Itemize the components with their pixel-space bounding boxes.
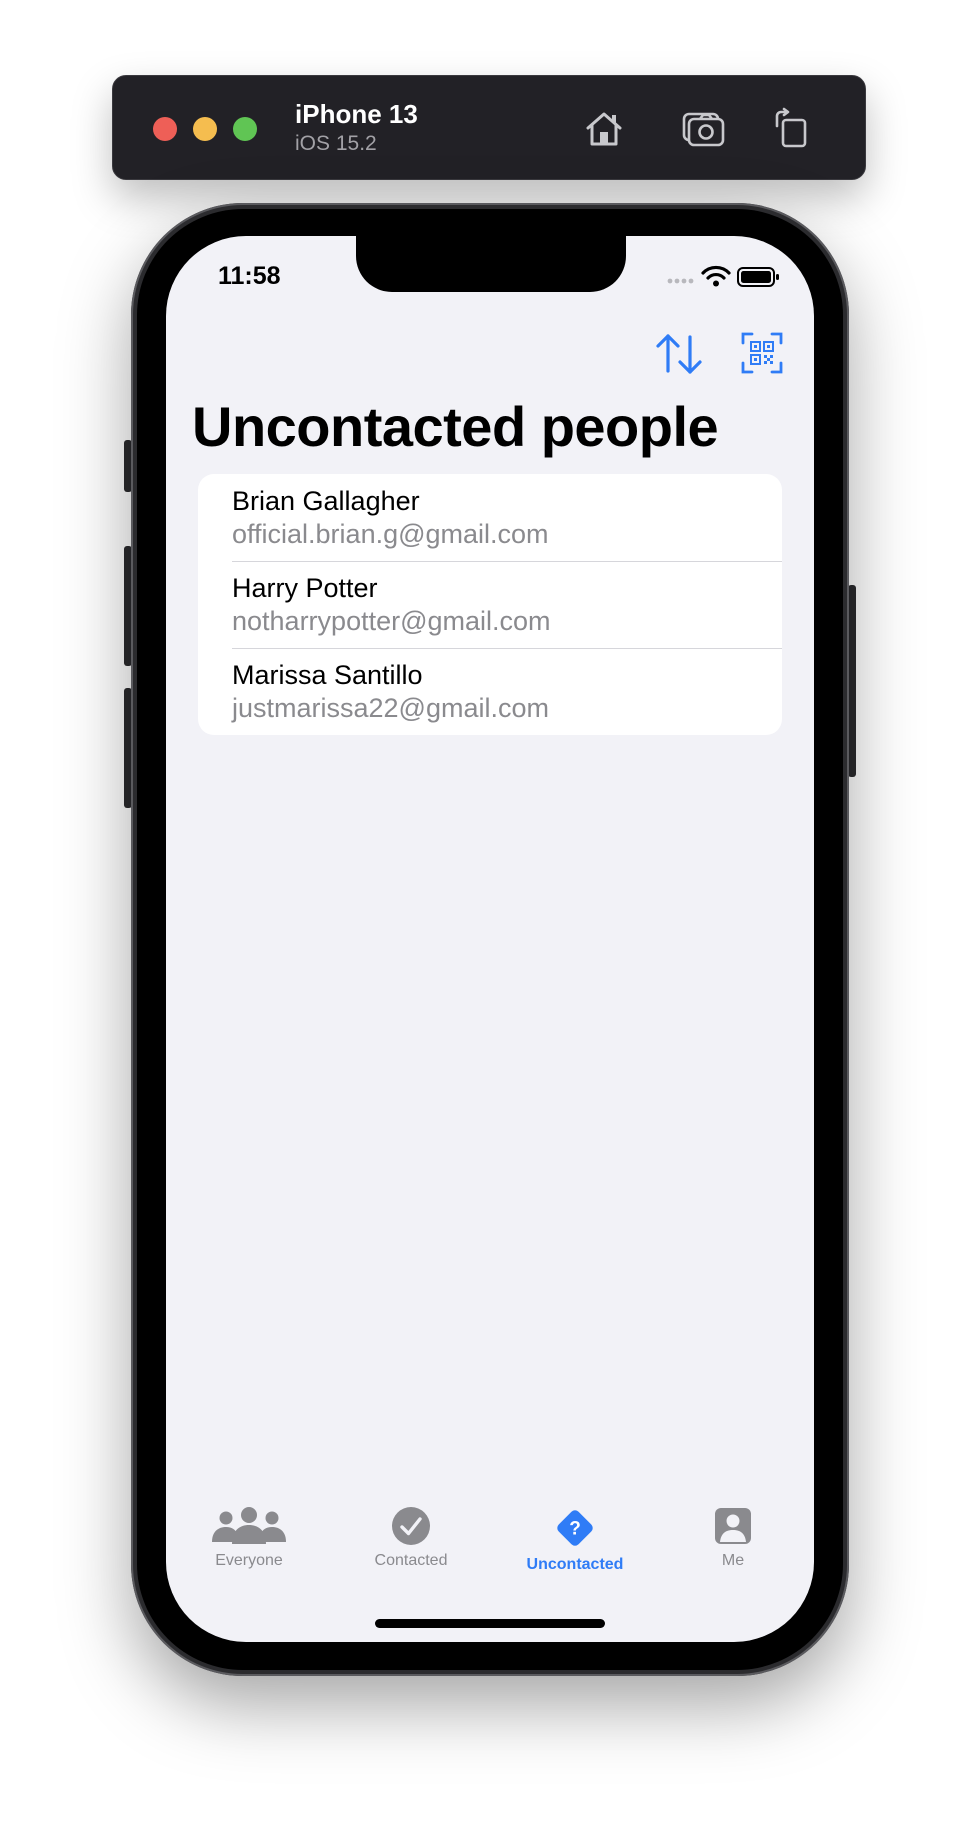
tab-label: Everyone [215, 1552, 283, 1569]
tab-label: Uncontacted [526, 1556, 624, 1573]
notch [356, 236, 626, 292]
contact-email: justmarissa22@gmail.com [232, 693, 549, 723]
tab-uncontacted[interactable]: ? Uncontacted [510, 1506, 640, 1596]
zoom-window-button[interactable] [233, 117, 257, 141]
phone-screen: 11:58 Uncontacted people Brian Gallagher… [166, 236, 814, 1642]
os-version: iOS 15.2 [295, 132, 377, 155]
wifi-icon [701, 265, 731, 280]
checkmark-circle-icon [392, 1507, 430, 1545]
home-indicator[interactable] [375, 1619, 605, 1628]
qr-scan-button[interactable] [740, 331, 784, 377]
person-square-icon [715, 1508, 751, 1544]
close-window-button[interactable] [153, 117, 177, 141]
list-item[interactable]: Marissa Santillo justmarissa22@gmail.com [198, 648, 782, 735]
simulator-toolbar: iPhone 13 iOS 15.2 [112, 75, 866, 180]
list-item[interactable]: Harry Potter notharrypotter@gmail.com [198, 561, 782, 648]
home-button[interactable] [581, 106, 627, 152]
svg-text:?: ? [569, 1519, 581, 1540]
contact-name: Harry Potter [232, 573, 378, 603]
rotate-icon [775, 107, 807, 148]
contact-name: Brian Gallagher [232, 486, 420, 516]
rotate-button[interactable] [769, 106, 815, 152]
sort-arrows-icon [656, 334, 702, 374]
page-title: Uncontacted people [192, 395, 719, 458]
power-button [848, 585, 856, 777]
contact-email: official.brian.g@gmail.com [232, 519, 549, 549]
qr-scan-icon [741, 332, 783, 374]
status-icons [666, 264, 786, 290]
cellular-signal-icon [667, 278, 694, 284]
camera-icon [682, 112, 725, 147]
contact-list: Brian Gallagher official.brian.g@gmail.c… [198, 474, 782, 735]
tab-label: Contacted [374, 1552, 448, 1569]
tab-contacted[interactable]: Contacted [346, 1506, 476, 1596]
minimize-window-button[interactable] [193, 117, 217, 141]
battery-icon [737, 267, 779, 287]
house-icon [586, 112, 622, 146]
question-diamond-icon: ? [557, 1510, 593, 1546]
tab-label: Me [721, 1552, 745, 1569]
status-time: 11:58 [218, 262, 281, 290]
device-name: iPhone 13 [295, 99, 418, 129]
sort-button[interactable] [654, 331, 704, 377]
people-icon [212, 1507, 286, 1544]
screenshot-button[interactable] [680, 106, 726, 152]
contact-name: Marissa Santillo [232, 660, 423, 690]
tab-me[interactable]: Me [668, 1506, 798, 1596]
contact-email: notharrypotter@gmail.com [232, 606, 551, 636]
tab-everyone[interactable]: Everyone [184, 1506, 314, 1596]
wifi-dot [713, 280, 719, 287]
simulator-window: iPhone 13 iOS 15.2 11:58 Uncontacted peo… [0, 0, 978, 1826]
tab-bar: Everyone Contacted ? Uncontacted Me [166, 1506, 814, 1596]
list-item[interactable]: Brian Gallagher official.brian.g@gmail.c… [198, 474, 782, 561]
